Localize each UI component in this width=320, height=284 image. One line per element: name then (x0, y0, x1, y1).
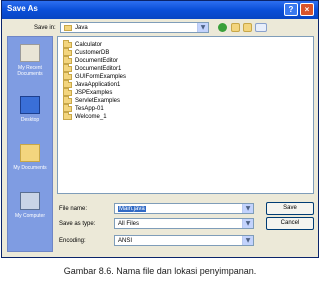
place-label: Desktop (20, 117, 40, 123)
folder-name: Welcome_1 (75, 114, 107, 120)
save-type-dropdown[interactable]: All Files ▼ (114, 218, 254, 229)
file-list[interactable]: Calculator CustomerDB DocumentEditor Doc… (57, 36, 314, 194)
save-in-label: Save in: (34, 25, 56, 31)
place-label: My Computer (14, 213, 45, 219)
folder-icon (63, 112, 72, 120)
place-desktop[interactable]: Desktop (8, 93, 52, 133)
title-bar[interactable]: Save As ? × (2, 1, 318, 19)
places-bar: My Recent Documents Desktop My Documents… (7, 36, 53, 252)
place-my-documents[interactable]: My Documents (8, 141, 52, 181)
folder-name: DocumentEditor1 (75, 66, 122, 72)
file-name-value-wrap: Main.java (118, 206, 146, 212)
encoding-dropdown[interactable]: ANSI ▼ (114, 235, 254, 246)
close-button[interactable]: × (300, 3, 314, 16)
views-menu-icon[interactable] (255, 23, 267, 32)
folder-name: TesApp-01 (75, 106, 104, 112)
folder-name: JSPExamples (75, 90, 113, 96)
file-name-label: File name: (59, 206, 88, 212)
folder-icon (64, 25, 72, 31)
cancel-button[interactable]: Cancel (266, 217, 314, 230)
save-button[interactable]: Save (266, 202, 314, 215)
desktop-icon (20, 96, 40, 114)
place-label: My Recent Documents (17, 65, 43, 77)
figure-caption: Gambar 8.6. Nama file dan lokasi penyimp… (63, 266, 257, 276)
file-name-input[interactable]: Main.java ▼ (114, 203, 254, 214)
back-icon[interactable] (218, 23, 227, 32)
folder-name: CustomerDB (75, 50, 110, 56)
my-documents-icon (20, 144, 40, 162)
place-label: My Documents (13, 165, 47, 171)
folder-name: Calculator (75, 42, 103, 48)
save-in-value: Java (75, 25, 88, 31)
chevron-down-icon[interactable]: ▼ (242, 204, 253, 213)
save-type-label: Save as type: (59, 221, 96, 227)
up-folder-icon[interactable] (231, 23, 240, 32)
encoding-label: Encoding: (59, 238, 86, 244)
save-in-dropdown[interactable]: Java ▼ (60, 22, 209, 33)
chevron-down-icon[interactable]: ▼ (242, 219, 253, 228)
recent-documents-icon (20, 44, 40, 62)
chevron-down-icon[interactable]: ▼ (197, 23, 208, 32)
save-as-dialog: Save As ? × Save in: Java ▼ My Recent Do… (1, 0, 319, 258)
help-button[interactable]: ? (284, 3, 298, 16)
folder-name: DocumentEditor (75, 58, 119, 64)
file-name-value: Main.java (118, 206, 146, 212)
place-recent-documents[interactable]: My Recent Documents (8, 41, 52, 81)
save-type-value: All Files (118, 221, 140, 227)
place-my-computer[interactable]: My Computer (8, 189, 52, 229)
chevron-down-icon[interactable]: ▼ (242, 236, 253, 245)
folder-name: JavaApplication1 (75, 82, 121, 88)
new-folder-icon[interactable] (243, 23, 252, 32)
folder-name: GUIFormExamples (75, 74, 127, 80)
my-computer-icon (20, 192, 40, 210)
window-title: Save As (7, 4, 38, 13)
folder-name: ServletExamples (75, 98, 121, 104)
encoding-value: ANSI (118, 238, 133, 244)
